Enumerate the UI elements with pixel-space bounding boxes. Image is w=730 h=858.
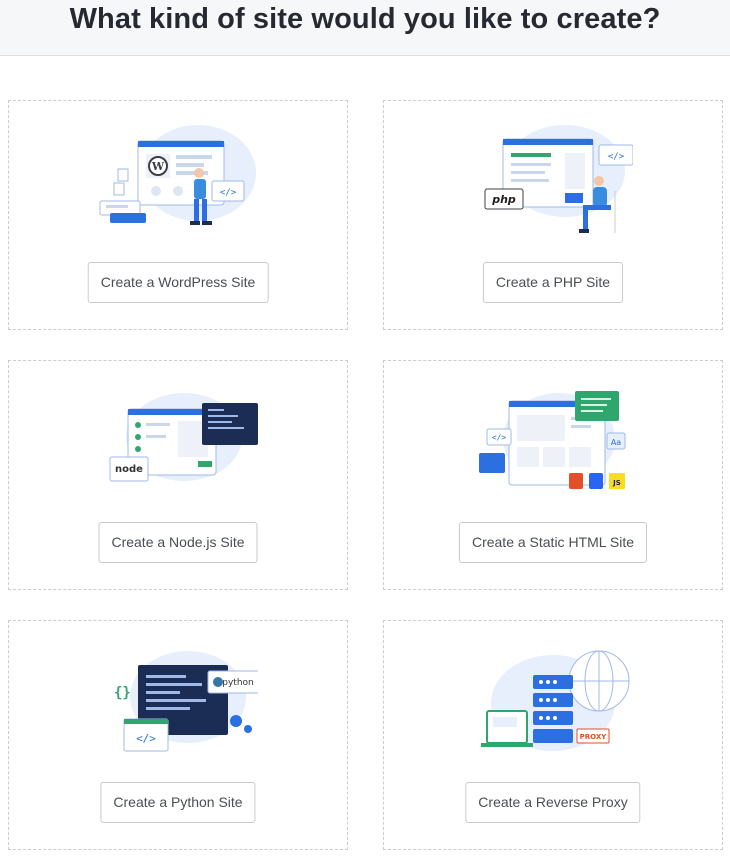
wordpress-illustration-icon: W </> <box>99 125 256 225</box>
create-nodejs-button[interactable]: Create a Node.js Site <box>98 522 258 563</box>
python-card: python {} </> Create a Python Site <box>8 620 348 850</box>
create-reverse-proxy-button[interactable]: Create a Reverse Proxy <box>465 782 641 823</box>
svg-text:</>: </> <box>220 188 237 198</box>
svg-text:node: node <box>115 464 143 475</box>
svg-text:</>: </> <box>492 433 507 442</box>
svg-text:python: python <box>222 678 253 688</box>
static-html-illustration-icon: </> Aa JS <box>479 391 626 489</box>
create-wordpress-button[interactable]: Create a WordPress Site <box>87 262 269 303</box>
svg-text:Aa: Aa <box>611 438 621 447</box>
nodejs-card: node Create a Node.js Site <box>8 360 348 590</box>
svg-text:JS: JS <box>612 479 621 487</box>
static-html-card: </> Aa JS Create a Static HTML Site <box>383 360 723 590</box>
nodejs-illustration-icon: node <box>109 393 258 482</box>
php-card: </> php Create a PHP Site <box>383 100 723 330</box>
create-php-button[interactable]: Create a PHP Site <box>482 262 624 303</box>
page-title: What kind of site would you like to crea… <box>69 3 661 35</box>
svg-text:W: W <box>151 160 165 173</box>
reverse-proxy-card: PROXY Create a Reverse Proxy <box>383 620 723 850</box>
svg-text:</>: </> <box>136 732 156 745</box>
php-illustration-icon: </> php <box>484 125 633 233</box>
page-header: What kind of site would you like to crea… <box>0 0 730 56</box>
svg-text:</>: </> <box>608 152 625 162</box>
svg-text:{}: {} <box>114 685 131 701</box>
svg-text:php: php <box>491 193 516 206</box>
create-static-html-button[interactable]: Create a Static HTML Site <box>458 522 648 563</box>
create-python-button[interactable]: Create a Python Site <box>100 782 256 823</box>
wordpress-card: W </> Create a WordPress Site <box>8 100 348 330</box>
reverse-proxy-illustration-icon: PROXY <box>481 650 630 751</box>
python-illustration-icon: python {} </> <box>114 651 258 752</box>
svg-text:PROXY: PROXY <box>580 733 608 741</box>
